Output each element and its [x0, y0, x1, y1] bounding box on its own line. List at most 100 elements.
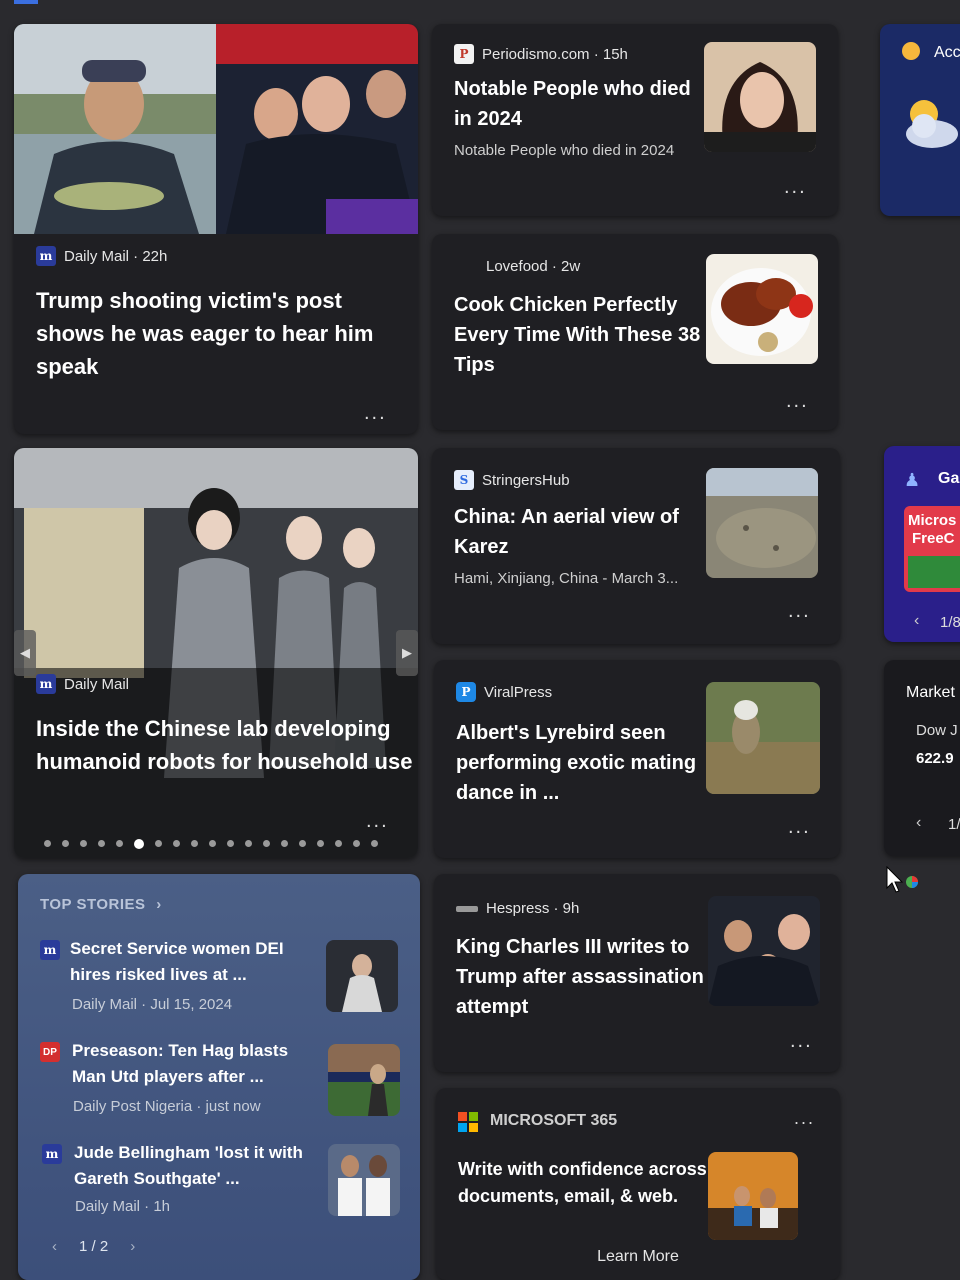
- top-story-title[interactable]: Preseason: Ten Hag blasts Man Utd player…: [72, 1038, 322, 1090]
- top-story-thumbnail: [326, 940, 398, 1012]
- carousel-dot[interactable]: [80, 840, 87, 847]
- hero1-more-button[interactable]: ...: [364, 402, 387, 425]
- carousel-dot[interactable]: [227, 840, 234, 847]
- top-story-title[interactable]: Secret Service women DEI hires risked li…: [70, 936, 320, 988]
- carousel-dot[interactable]: [317, 840, 324, 847]
- card-cook-chicken[interactable]: Lovefood · 2w Cook Chicken Perfectly Eve…: [432, 234, 838, 430]
- top-stories-header[interactable]: TOP STORIES ›: [40, 896, 162, 913]
- carousel-dot[interactable]: [245, 840, 252, 847]
- carousel-dot[interactable]: [263, 840, 270, 847]
- top-story-item[interactable]: m Secret Service women DEI hires risked …: [18, 934, 420, 1024]
- hero2-carousel-dots[interactable]: [44, 839, 378, 849]
- hero2-more-button[interactable]: ...: [366, 810, 389, 833]
- hespress-source[interactable]: Hespress · 9h: [456, 900, 579, 917]
- ms365-more-button[interactable]: ...: [794, 1108, 815, 1129]
- periodismo-title[interactable]: Notable People who died in 2024: [454, 74, 694, 134]
- hero2-prev-button[interactable]: ◀: [14, 630, 36, 676]
- lovefood-more-button[interactable]: ...: [786, 390, 809, 413]
- stringers-source[interactable]: S StringersHub: [454, 470, 570, 490]
- games-card[interactable]: ♟ Ga Micros FreeC ‹ 1/8: [884, 446, 960, 642]
- games-prev-icon[interactable]: ‹: [914, 612, 919, 630]
- market-card[interactable]: Market Dow J 622.9 ‹ 1/: [884, 660, 960, 856]
- lovefood-source[interactable]: Lovefood · 2w: [486, 258, 580, 275]
- weather-small-icon: [902, 42, 920, 60]
- stringers-thumbnail: [706, 468, 818, 578]
- daily-post-logo-icon: DP: [40, 1042, 60, 1062]
- cloud-moon-icon: [900, 92, 960, 157]
- pager-label: 1 / 2: [79, 1238, 109, 1255]
- hero2-source[interactable]: m Daily Mail: [36, 674, 129, 694]
- periodismo-thumbnail: [704, 42, 816, 152]
- market-title: Market: [906, 684, 955, 701]
- stringers-more-button[interactable]: ...: [788, 600, 811, 623]
- top-accent-strip: [14, 0, 38, 4]
- carousel-dot[interactable]: [134, 839, 144, 849]
- stringers-desc: Hami, Xinjiang, China - March 3...: [454, 570, 679, 587]
- top-story-item[interactable]: m Jude Bellingham 'lost it with Gareth S…: [18, 1138, 420, 1228]
- card-king-charles[interactable]: Hespress · 9h King Charles III writes to…: [434, 874, 840, 1072]
- carousel-dot[interactable]: [353, 840, 360, 847]
- ms365-learn-more-link[interactable]: Learn More: [436, 1248, 840, 1266]
- periodismo-desc: Notable People who died in 2024: [454, 142, 675, 159]
- hero-card-robots[interactable]: ◀ ▶ m Daily Mail Inside the Chinese lab …: [14, 448, 418, 858]
- hespress-more-button[interactable]: ...: [790, 1030, 813, 1053]
- carousel-dot[interactable]: [62, 840, 69, 847]
- viralpress-title[interactable]: Albert's Lyrebird seen performing exotic…: [456, 718, 706, 808]
- viralpress-source-label: ViralPress: [484, 683, 553, 701]
- hespress-thumbnail: [708, 896, 820, 1006]
- market-index-value: 622.9: [916, 750, 954, 767]
- lovefood-title[interactable]: Cook Chicken Perfectly Every Time With T…: [454, 290, 704, 380]
- viralpress-logo-icon: P: [456, 682, 476, 702]
- stringers-title[interactable]: China: An aerial view of Karez: [454, 502, 694, 562]
- pager-prev-icon[interactable]: ‹: [52, 1238, 57, 1255]
- top-story-title[interactable]: Jude Bellingham 'lost it with Gareth Sou…: [74, 1140, 324, 1192]
- games-label: Ga: [938, 470, 960, 487]
- card-albert-lyrebird[interactable]: P ViralPress Albert's Lyrebird seen perf…: [434, 660, 840, 858]
- freecell-promo-tile[interactable]: Micros FreeC: [904, 506, 960, 592]
- hero1-title[interactable]: Trump shooting victim's post shows he wa…: [36, 284, 406, 383]
- top-stories-chevron-icon: ›: [156, 896, 162, 913]
- carousel-dot[interactable]: [116, 840, 123, 847]
- periodismo-source-label: Periodismo.com · 15h: [482, 45, 628, 63]
- carousel-dot[interactable]: [173, 840, 180, 847]
- carousel-dot[interactable]: [281, 840, 288, 847]
- pager-next-icon[interactable]: ›: [130, 1238, 135, 1255]
- top-stories-card[interactable]: TOP STORIES › m Secret Service women DEI…: [18, 874, 420, 1280]
- weather-card[interactable]: Acc: [880, 24, 960, 216]
- carousel-dot[interactable]: [299, 840, 306, 847]
- lovefood-source-label: Lovefood · 2w: [486, 258, 581, 275]
- card-notable-people[interactable]: P Periodismo.com · 15h Notable People wh…: [432, 24, 838, 216]
- top-stories-pager[interactable]: ‹ 1 / 2 ›: [52, 1238, 135, 1255]
- carousel-dot[interactable]: [335, 840, 342, 847]
- carousel-dot[interactable]: [371, 840, 378, 847]
- top-story-meta: Daily Post Nigeria · just now: [73, 1098, 261, 1115]
- card-china-karez[interactable]: S StringersHub China: An aerial view of …: [432, 448, 840, 644]
- microsoft-365-card[interactable]: MICROSOFT 365 ... Write with confidence …: [436, 1088, 840, 1280]
- hero2-next-button[interactable]: ▶: [396, 630, 418, 676]
- market-pager: 1/: [948, 816, 960, 833]
- hero-card-trump-shooting[interactable]: m Daily Mail · 22h Trump shooting victim…: [14, 24, 418, 434]
- top-story-item[interactable]: DP Preseason: Ten Hag blasts Man Utd pla…: [18, 1036, 420, 1126]
- games-people-icon: ♟: [904, 470, 921, 490]
- periodismo-logo-icon: P: [454, 44, 474, 64]
- carousel-dot[interactable]: [155, 840, 162, 847]
- periodismo-more-button[interactable]: ...: [784, 176, 807, 199]
- hespress-title[interactable]: King Charles III writes to Trump after a…: [456, 932, 706, 1022]
- viralpress-more-button[interactable]: ...: [788, 816, 811, 839]
- ms365-body: Write with confidence across documents, …: [458, 1159, 707, 1206]
- periodismo-source[interactable]: P Periodismo.com · 15h: [454, 44, 628, 64]
- daily-mail-logo-icon: m: [40, 940, 60, 960]
- hero1-source[interactable]: m Daily Mail · 22h: [36, 246, 167, 266]
- promo-line1: Micros: [908, 512, 957, 529]
- hero-photo-fisherman: [14, 24, 216, 234]
- carousel-dot[interactable]: [98, 840, 105, 847]
- viralpress-source[interactable]: P ViralPress: [456, 682, 552, 702]
- hero2-title[interactable]: Inside the Chinese lab developing humano…: [36, 712, 416, 778]
- top-stories-header-label: TOP STORIES: [40, 896, 146, 913]
- carousel-dot[interactable]: [191, 840, 198, 847]
- carousel-dot[interactable]: [209, 840, 216, 847]
- stringershub-logo-icon: S: [454, 470, 474, 490]
- market-prev-icon[interactable]: ‹: [916, 814, 921, 832]
- lovefood-thumbnail: [706, 254, 818, 364]
- carousel-dot[interactable]: [44, 840, 51, 847]
